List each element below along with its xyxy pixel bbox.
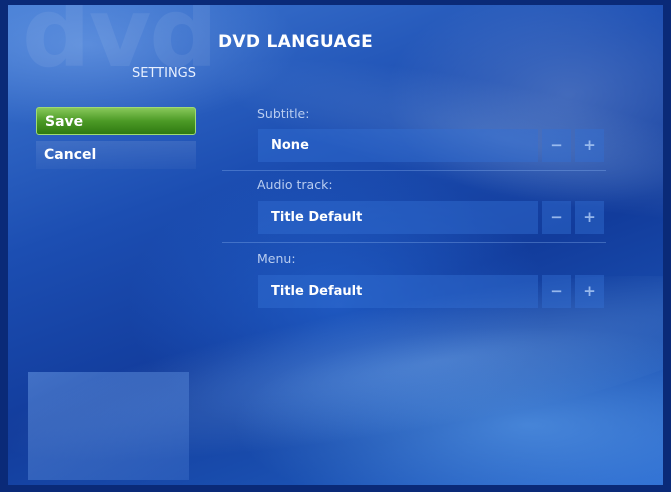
audio-track-increase-button[interactable]: + [575, 201, 604, 234]
divider [222, 170, 606, 171]
audio-track-decrease-button[interactable]: − [542, 201, 571, 234]
page-title: DVD LANGUAGE [218, 32, 374, 52]
menu-label: Menu: [257, 251, 296, 266]
menu-setting: Title Default − + [258, 275, 606, 308]
section-label: SETTINGS [131, 66, 196, 81]
subtitle-increase-button[interactable]: + [575, 129, 604, 162]
subtitle-decrease-button[interactable]: − [542, 129, 571, 162]
subtitle-label: Subtitle: [257, 106, 310, 121]
menu-decrease-button[interactable]: − [542, 275, 571, 308]
divider [222, 242, 606, 243]
subtitle-setting: None − + [258, 129, 606, 162]
menu-increase-button[interactable]: + [575, 275, 604, 308]
save-button[interactable]: Save [36, 107, 196, 135]
subtitle-value[interactable]: None [258, 129, 538, 162]
video-preview-thumbnail[interactable] [28, 372, 189, 480]
audio-track-value[interactable]: Title Default [258, 201, 538, 234]
cancel-button[interactable]: Cancel [36, 141, 196, 169]
audio-track-setting: Title Default − + [258, 201, 606, 234]
audio-track-label: Audio track: [257, 177, 333, 192]
menu-value[interactable]: Title Default [258, 275, 538, 308]
